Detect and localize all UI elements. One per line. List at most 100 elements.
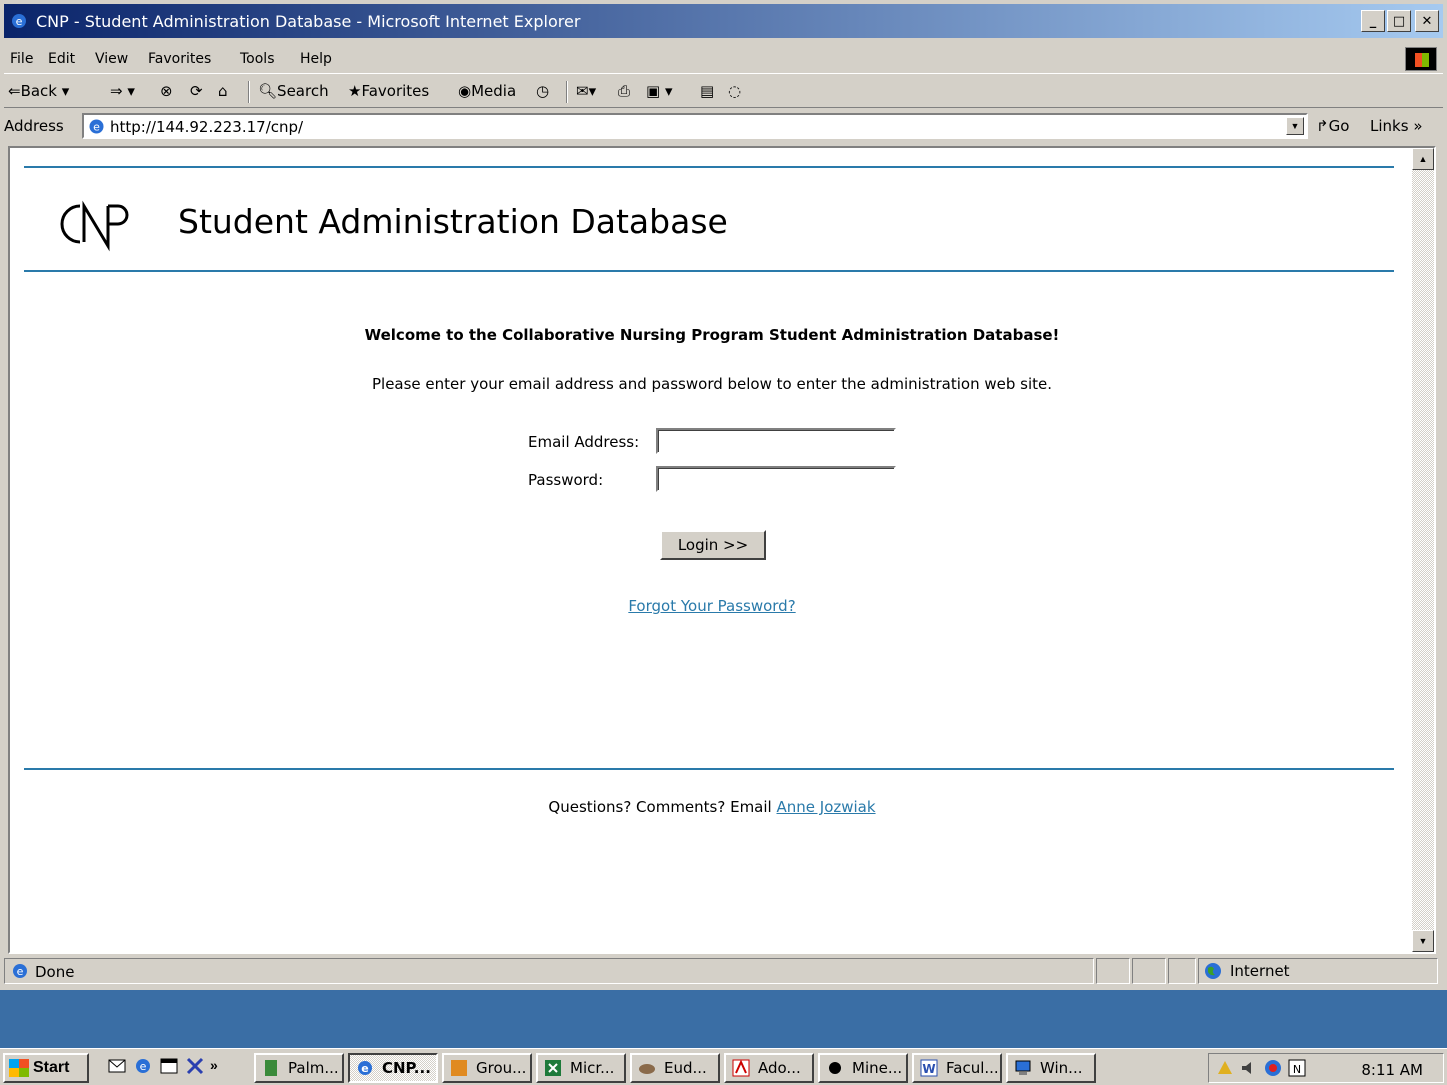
status-cell [1096,958,1130,984]
favorites-button[interactable]: ★Favorites [348,82,429,100]
page-viewport: Student Administration Database Welcome … [8,146,1436,954]
maximize-button[interactable]: □ [1387,10,1411,32]
header-bottom-rule [24,270,1394,272]
menu-help[interactable]: Help [300,51,332,67]
password-label: Password: [528,471,604,489]
address-bar: Address e http://144.92.223.17/cnp/ ▼ ↱G… [4,110,1443,142]
menu-file[interactable]: File [10,51,33,67]
menu-bar: File Edit View Favorites Tools Help [4,44,1443,74]
page-title: Student Administration Database [178,202,728,241]
vertical-scrollbar[interactable]: ▲ ▼ [1412,148,1434,952]
svg-text:e: e [16,15,23,28]
password-field[interactable] [656,466,896,492]
forgot-password-link[interactable]: Forgot Your Password? [628,597,795,615]
address-dropdown-icon[interactable]: ▼ [1286,117,1304,135]
address-url: http://144.92.223.17/cnp/ [110,118,304,136]
status-main-cell: e Done [4,958,1094,984]
messenger-icon[interactable]: ◌ [728,82,741,100]
task-label: Facul... [946,1059,999,1077]
task-excel[interactable]: Micr... [536,1053,626,1083]
toolbar-separator [566,81,568,103]
acrobat-icon [732,1059,750,1077]
search-label: Search [277,82,329,100]
back-arrow-icon: ⇐ [8,82,21,100]
toolbar-separator [248,81,250,103]
task-label: Ado... [758,1059,801,1077]
excel-icon [545,1060,561,1076]
svg-text:e: e [17,965,24,978]
status-cell [1168,958,1196,984]
mail-icon[interactable]: ✉▾ [576,82,596,100]
menu-view[interactable]: View [95,51,128,67]
outlook-quicklaunch-icon[interactable] [108,1057,126,1075]
scroll-up-icon[interactable]: ▲ [1412,148,1434,170]
language-icon[interactable]: N [1287,1058,1307,1078]
start-button[interactable]: Start [3,1053,89,1083]
task-word[interactable]: W Facul... [912,1053,1002,1083]
address-label: Address [4,117,64,135]
links-button[interactable]: Links » [1370,117,1423,135]
discuss-icon[interactable]: ▤ [700,82,714,100]
task-cnp[interactable]: e CNP... [348,1053,438,1083]
status-cell [1132,958,1166,984]
menu-edit[interactable]: Edit [48,51,75,67]
back-button[interactable]: ⇐Back ▾ [8,82,69,100]
svg-text:W: W [922,1062,935,1076]
task-adobe[interactable]: Ado... [724,1053,814,1083]
minimize-button[interactable]: _ [1361,10,1385,32]
refresh-icon[interactable]: ⟳ [190,82,203,100]
favorites-label: Favorites [361,82,430,100]
welcome-heading: Welcome to the Collaborative Nursing Pro… [364,326,1060,344]
computer-icon [1015,1060,1031,1075]
task-mine[interactable]: Mine... [818,1053,908,1083]
history-icon[interactable]: ◷ [536,82,549,100]
go-button[interactable]: ↱Go [1316,117,1349,135]
task-label: Micr... [570,1059,615,1077]
contact-email-link[interactable]: Anne Jozwiak [777,798,876,816]
quicklaunch-more-icon[interactable]: » [210,1057,228,1075]
media-label: Media [471,82,517,100]
media-button[interactable]: ◉Media [458,82,516,100]
internet-globe-icon [1205,963,1221,979]
volume-icon[interactable] [1239,1058,1259,1078]
scroll-down-icon[interactable]: ▼ [1412,930,1434,952]
task-palm[interactable]: Palm... [254,1053,344,1083]
email-field[interactable] [656,428,896,454]
system-tray: N 8:11 AM [1208,1053,1444,1083]
edit-icon[interactable]: ▣ ▾ [646,82,672,100]
search-button[interactable]: 🔍︎Search [258,82,329,100]
ie-quicklaunch-icon[interactable]: e [134,1057,152,1075]
address-input[interactable]: e http://144.92.223.17/cnp/ ▼ [82,113,1308,139]
email-label: Email Address: [528,433,640,451]
task-windows[interactable]: Win... [1006,1053,1096,1083]
print-icon[interactable]: ⎙ [618,82,630,100]
security-zone: Internet [1230,962,1290,980]
clock[interactable]: 8:11 AM [1361,1061,1423,1079]
stop-icon[interactable]: ⊗ [160,82,173,100]
app-quicklaunch-icon[interactable] [186,1057,204,1075]
window-title: CNP - Student Administration Database - … [36,12,581,31]
eudora-icon [639,1064,655,1074]
task-groupwise[interactable]: Grou... [442,1053,532,1083]
forward-button[interactable]: ⇒ ▾ [110,82,135,100]
svg-text:N: N [1293,1063,1301,1076]
task-label: Grou... [476,1059,527,1077]
login-button[interactable]: Login >> [660,530,766,560]
tray-app-icon[interactable] [1215,1058,1235,1078]
network-icon[interactable] [1263,1058,1283,1078]
go-icon: ↱ [1316,117,1329,135]
calendar-quicklaunch-icon[interactable] [160,1057,178,1075]
home-icon[interactable]: ⌂ [218,82,228,100]
back-dropdown-icon[interactable]: ▾ [62,82,70,100]
menu-favorites[interactable]: Favorites [148,51,211,67]
start-label: Start [33,1059,70,1076]
close-button[interactable]: ✕ [1415,10,1439,32]
word-icon: W [920,1059,938,1077]
ie-icon: e [12,14,26,28]
page-content: Student Administration Database Welcome … [10,148,1414,952]
task-label: CNP... [382,1059,431,1077]
search-icon: 🔍︎ [258,82,278,100]
menu-tools[interactable]: Tools [240,51,275,67]
title-bar[interactable]: e CNP - Student Administration Database … [4,4,1443,38]
task-eudora[interactable]: Eud... [630,1053,720,1083]
